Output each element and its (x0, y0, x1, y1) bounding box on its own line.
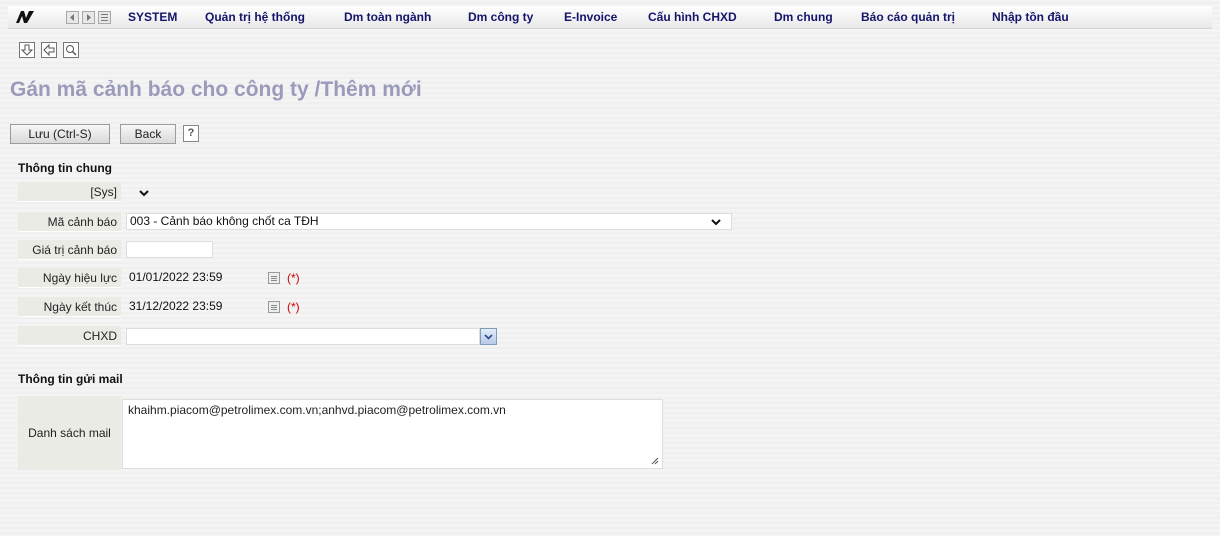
warning-code-select[interactable]: 003 - Cảnh báo không chốt ca TĐH (126, 213, 732, 230)
station-label: CHXD (18, 326, 121, 346)
menu-company-catalog[interactable]: Dm công ty (468, 10, 533, 24)
chevron-down-icon[interactable] (139, 190, 149, 197)
effective-date-input[interactable]: 01/01/2022 23:59 (126, 270, 262, 287)
required-mark: (*) (287, 271, 300, 285)
menu-opening-stock[interactable]: Nhập tồn đầu (992, 10, 1069, 24)
menu-management-reports[interactable]: Báo cáo quản trị (861, 10, 955, 24)
back-button[interactable]: Back (120, 124, 176, 144)
station-combo-input[interactable] (126, 328, 480, 345)
general-section-title: Thông tin chung (18, 161, 112, 175)
save-button[interactable]: Lưu (Ctrl-S) (10, 124, 110, 144)
effective-date-label: Ngày hiệu lực (18, 268, 121, 288)
menu-industry-catalog[interactable]: Dm toàn ngành (344, 10, 431, 24)
warning-value-label: Giá trị cảnh báo (18, 240, 121, 260)
menu-common-catalog[interactable]: Dm chung (774, 10, 833, 24)
required-mark: (*) (287, 300, 300, 314)
resize-handle-icon[interactable] (650, 456, 659, 465)
save-down-icon[interactable] (19, 42, 35, 58)
help-icon[interactable]: ? (183, 125, 199, 142)
calendar-icon[interactable] (268, 272, 280, 284)
chevron-down-icon[interactable] (711, 219, 721, 226)
search-zoom-icon[interactable] (63, 42, 79, 58)
menu-system-admin[interactable]: Quản trị hệ thống (205, 10, 305, 24)
sys-label: [Sys] (18, 182, 121, 202)
mail-section-title: Thông tin gửi mail (18, 372, 123, 386)
mail-list-label: Danh sách mail (18, 396, 121, 470)
mail-list-value: khaihm.piacom@petrolimex.com.vn;anhvd.pi… (128, 403, 506, 417)
back-arrow-icon[interactable] (41, 42, 57, 58)
menu-bar: SYSTEM Quản trị hệ thống Dm toàn ngành D… (8, 6, 1212, 29)
station-dropdown-button[interactable] (480, 328, 497, 345)
app-logo-icon[interactable] (14, 8, 36, 26)
end-date-label: Ngày kết thúc (18, 297, 121, 317)
page-title: Gán mã cảnh báo cho công ty /Thêm mới (10, 78, 422, 101)
calendar-icon[interactable] (268, 301, 280, 313)
mail-list-textarea[interactable]: khaihm.piacom@petrolimex.com.vn;anhvd.pi… (122, 399, 663, 469)
nav-forward-icon[interactable] (82, 11, 95, 24)
chevron-down-icon (484, 334, 493, 340)
menu-e-invoice[interactable]: E-Invoice (564, 10, 617, 24)
warning-value-input[interactable] (126, 241, 213, 258)
menu-system[interactable]: SYSTEM (128, 10, 177, 24)
nav-back-icon[interactable] (66, 11, 79, 24)
sys-select[interactable] (122, 184, 154, 201)
warning-code-label: Mã cảnh báo (18, 212, 121, 232)
end-date-input[interactable]: 31/12/2022 23:59 (126, 299, 262, 316)
menu-station-config[interactable]: Cấu hình CHXD (648, 10, 737, 24)
nav-list-icon[interactable] (98, 11, 111, 24)
